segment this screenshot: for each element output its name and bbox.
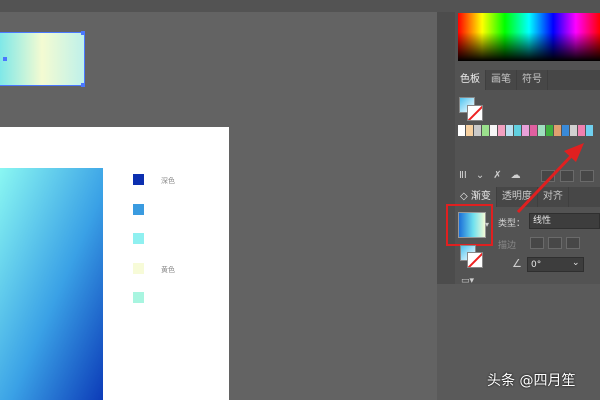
watermark: 头条 @四月笙	[487, 373, 576, 389]
annotation-arrow	[516, 143, 584, 214]
